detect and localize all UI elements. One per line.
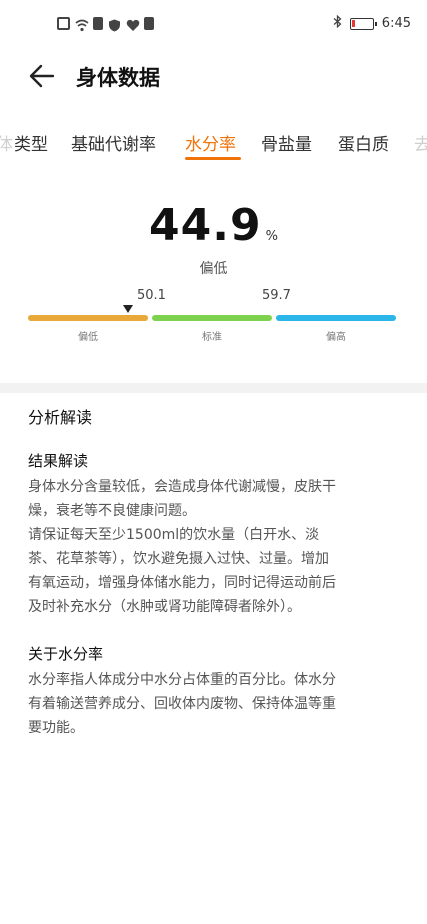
wifi-icon bbox=[75, 17, 89, 32]
scale-segment-high bbox=[276, 315, 396, 321]
analysis-title: 分析解读 bbox=[28, 408, 93, 427]
scale-label-normal: 标准 bbox=[202, 332, 222, 343]
heart-icon bbox=[126, 17, 140, 31]
tab-edge-left[interactable]: 体 bbox=[0, 130, 13, 155]
result-line: 有氧运动，增强身体储水能力，同时记得运动前后 bbox=[28, 575, 336, 591]
active-tab-indicator bbox=[185, 157, 241, 160]
shield-icon bbox=[108, 17, 121, 32]
status-icons-left bbox=[57, 17, 154, 32]
scale-segment-low bbox=[28, 315, 148, 321]
threshold-high: 59.7 bbox=[262, 288, 291, 303]
about-line: 水分率指人体成分中水分占体重的百分比。体水分 bbox=[28, 672, 336, 688]
about-line: 要功能。 bbox=[28, 720, 84, 736]
result-line: 身体水分含量较低，会造成身体代谢减慢，皮肤干 bbox=[28, 479, 336, 495]
back-button[interactable] bbox=[28, 61, 58, 91]
page-title: 身体数据 bbox=[76, 66, 160, 90]
metric-number: 44.9 bbox=[149, 200, 262, 251]
about-line: 有着输送营养成分、回收体内废物、保持体温等重 bbox=[28, 696, 336, 712]
tab-protein[interactable]: 蛋白质 bbox=[338, 130, 389, 155]
metric-unit: % bbox=[265, 229, 278, 244]
result-title: 结果解读 bbox=[28, 452, 89, 470]
threshold-low: 50.1 bbox=[137, 288, 166, 303]
value-pointer-icon bbox=[122, 305, 133, 313]
metric-tabs: 体 类型 基础代谢率 水分率 骨盐量 蛋白质 去 bbox=[0, 126, 427, 166]
notification-icon bbox=[144, 17, 154, 30]
scale-label-low: 偏低 bbox=[78, 332, 98, 343]
status-icons-right: 6:45 bbox=[333, 14, 411, 32]
analysis-section: 分析解读 结果解读 身体水分含量较低，会造成身体代谢减慢，皮肤干 燥，衰老等不良… bbox=[28, 404, 400, 740]
app-header: 身体数据 bbox=[0, 55, 427, 101]
tab-bmr[interactable]: 基础代谢率 bbox=[71, 130, 156, 155]
scale-label-high: 偏高 bbox=[326, 332, 346, 343]
battery-icon bbox=[349, 17, 377, 30]
metric-value: 44.9% bbox=[0, 200, 427, 251]
result-line: 及时补充水分（水肿或肾功能障碍者除外）。 bbox=[28, 599, 301, 615]
tab-type[interactable]: 类型 bbox=[14, 130, 48, 155]
status-bar: 6:45 bbox=[0, 0, 427, 50]
result-text: 身体水分含量较低，会造成身体代谢减慢，皮肤干 燥，衰老等不良健康问题。 请保证每… bbox=[28, 475, 400, 619]
metric-level: 偏低 bbox=[199, 261, 228, 277]
scale-segment-normal bbox=[152, 315, 272, 321]
tab-edge-right[interactable]: 去 bbox=[414, 130, 427, 155]
tab-water-rate[interactable]: 水分率 bbox=[185, 130, 236, 155]
result-line: 请保证每天至少1500ml的饮水量（白开水、淡 bbox=[28, 527, 320, 543]
bluetooth-icon bbox=[333, 14, 342, 32]
tab-bone-salt[interactable]: 骨盐量 bbox=[261, 130, 312, 155]
about-title: 关于水分率 bbox=[28, 645, 104, 663]
result-line: 燥，衰老等不良健康问题。 bbox=[28, 503, 196, 519]
result-line: 茶、花草茶等），饮水避免摄入过快、过量。增加 bbox=[28, 551, 329, 567]
section-divider bbox=[0, 383, 427, 393]
arrow-left-icon bbox=[29, 64, 55, 88]
sim-icon bbox=[93, 17, 103, 30]
status-time: 6:45 bbox=[381, 16, 411, 31]
range-scale: 50.1 59.7 偏低 标准 偏高 bbox=[28, 288, 396, 348]
file-icon bbox=[57, 17, 70, 30]
about-text: 水分率指人体成分中水分占体重的百分比。体水分 有着输送营养成分、回收体内废物、保… bbox=[28, 668, 400, 740]
